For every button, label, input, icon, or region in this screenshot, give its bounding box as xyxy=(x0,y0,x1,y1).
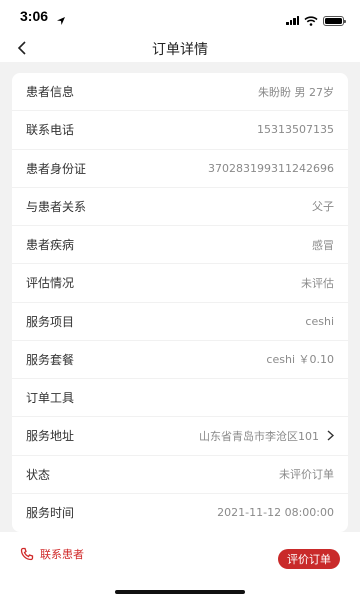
contact-patient-label: 联系患者 xyxy=(40,548,84,561)
row-value: 父子 xyxy=(312,200,334,214)
wifi-icon xyxy=(304,11,318,30)
row-value: 370283199311242696 xyxy=(208,161,334,175)
row-label: 服务地址 xyxy=(26,429,75,444)
row-label: 订单工具 xyxy=(26,391,75,406)
status-bar: 3:06 xyxy=(0,0,360,34)
home-indicator xyxy=(115,590,245,594)
row-label: 服务时间 xyxy=(26,506,75,521)
row-label: 联系电话 xyxy=(26,123,75,138)
row-value-wrap: 山东省青岛市李沧区101 xyxy=(199,428,334,444)
location-arrow-icon xyxy=(56,11,66,30)
row-phone: 联系电话 15313507135 xyxy=(12,111,348,150)
row-value: 朱盼盼 男 27岁 xyxy=(258,85,334,99)
row-value: 2021-11-12 08:00:00 xyxy=(217,506,334,520)
row-patient-info: 患者信息 朱盼盼 男 27岁 xyxy=(12,73,348,112)
row-service-address[interactable]: 服务地址 山东省青岛市李沧区101 xyxy=(12,417,348,456)
phone-icon xyxy=(20,547,34,561)
row-relationship: 与患者关系 父子 xyxy=(12,188,348,226)
contact-patient-button[interactable]: 联系患者 xyxy=(20,546,84,562)
status-indicators xyxy=(286,11,346,30)
page-title: 订单详情 xyxy=(152,42,208,58)
row-status: 状态 未评价订单 xyxy=(12,456,348,494)
row-label: 服务套餐 xyxy=(26,352,75,367)
status-time: 3:06 xyxy=(20,8,49,24)
row-label: 患者信息 xyxy=(26,85,75,100)
row-disease: 患者疾病 感冒 xyxy=(12,226,348,265)
nav-bar: 订单详情 xyxy=(0,34,360,62)
row-label: 患者身份证 xyxy=(26,161,87,176)
row-value: 未评价订单 xyxy=(279,468,334,482)
cellular-signal-icon xyxy=(286,16,299,25)
row-service-package: 服务套餐 ceshi ￥0.10 xyxy=(12,341,348,379)
row-label: 与患者关系 xyxy=(26,199,87,214)
rate-order-button[interactable]: 评价订单 xyxy=(278,549,340,569)
row-label: 患者疾病 xyxy=(26,238,75,253)
row-value: 感冒 xyxy=(312,238,334,252)
row-service-time: 服务时间 2021-11-12 08:00:00 xyxy=(12,494,348,532)
row-value: ceshi xyxy=(305,314,334,328)
row-service-item: 服务项目 ceshi xyxy=(12,303,348,341)
chevron-right-icon xyxy=(327,430,334,441)
row-id-card: 患者身份证 370283199311242696 xyxy=(12,150,348,188)
row-label: 状态 xyxy=(26,467,51,482)
row-value: 未评估 xyxy=(301,276,334,290)
row-value: ceshi ￥0.10 xyxy=(266,353,334,367)
row-label: 服务项目 xyxy=(26,314,75,329)
battery-icon xyxy=(323,15,346,26)
row-order-tools: 订单工具 xyxy=(12,379,348,418)
row-value: 15313507135 xyxy=(257,123,334,137)
order-detail-card: 患者信息 朱盼盼 男 27岁 联系电话 15313507135 患者身份证 37… xyxy=(12,73,348,532)
row-assessment: 评估情况 未评估 xyxy=(12,264,348,303)
row-label: 评估情况 xyxy=(26,276,75,291)
address-value: 山东省青岛市李沧区101 xyxy=(199,429,319,443)
